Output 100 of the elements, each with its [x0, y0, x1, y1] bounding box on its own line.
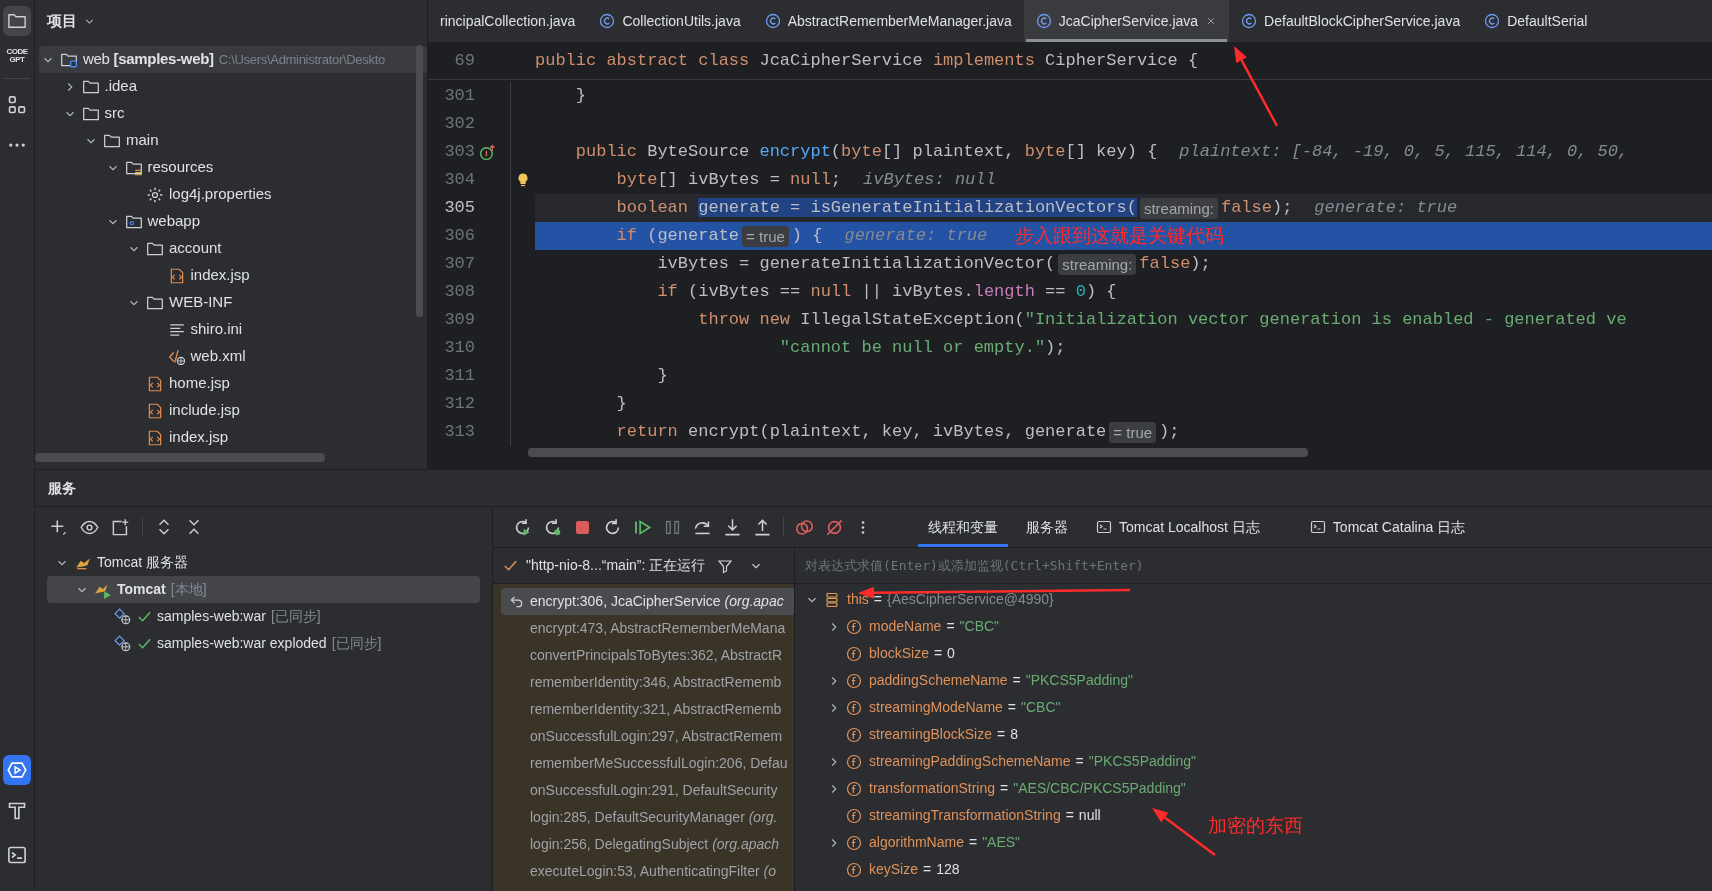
- tree-row[interactable]: main: [39, 127, 427, 154]
- service-label[interactable]: samples-web:war exploded: [157, 633, 327, 654]
- tree-row[interactable]: WEB-INF: [39, 289, 427, 316]
- tree-row[interactable]: include.jsp: [39, 397, 427, 424]
- logo-text[interactable]: CODE GPT: [4, 48, 30, 64]
- editor-tab[interactable]: AbstractRememberMeManager.java: [752, 0, 1024, 42]
- scrollbar-thumb[interactable]: [35, 453, 325, 462]
- variable-value: 8: [1010, 725, 1018, 744]
- file-label[interactable]: webapp: [147, 210, 201, 233]
- file-label[interactable]: web.xml: [190, 345, 246, 368]
- panel-title[interactable]: 项目: [47, 10, 77, 33]
- tree-row[interactable]: src: [39, 100, 427, 127]
- stack-frame[interactable]: executeLogin:53, AuthenticatingFilter (o: [501, 858, 794, 885]
- file-label[interactable]: main: [126, 129, 159, 152]
- bulb-icon[interactable]: [515, 172, 531, 188]
- file-label[interactable]: index.jsp: [169, 426, 229, 449]
- file-label[interactable]: resources: [147, 156, 214, 179]
- tree-row[interactable]: Tomcat 服务器: [47, 549, 480, 576]
- services-tool-button[interactable]: [3, 755, 31, 785]
- tree-row[interactable]: Tomcat [本地]: [47, 576, 480, 603]
- restart-icon[interactable]: [603, 517, 622, 537]
- panel-tab[interactable]: Tomcat Catalina 日志: [1299, 507, 1476, 547]
- status-text: [已同步]: [331, 634, 382, 653]
- editor-tab[interactable]: JcaCipherService.java: [1023, 0, 1230, 42]
- structure-icon[interactable]: [7, 95, 27, 115]
- filter-icon: [717, 557, 734, 574]
- line-number: 307: [443, 253, 475, 276]
- file-label[interactable]: src: [104, 102, 125, 125]
- breakpoints-icon[interactable]: [795, 517, 814, 537]
- tree-row[interactable]: account: [39, 235, 427, 262]
- stack-frame[interactable]: rememberMeSuccessfulLogin:206, Defau: [501, 750, 794, 777]
- file-label[interactable]: home.jsp: [169, 372, 230, 395]
- tree-row[interactable]: log4j.properties: [39, 181, 427, 208]
- variable-name: this: [847, 590, 869, 609]
- editor-tab[interactable]: CollectionUtils.java: [587, 0, 753, 42]
- stack-frame[interactable]: encrypt:473, AbstractRememberMeMana: [501, 615, 794, 642]
- variable-name: algorithmName: [869, 833, 964, 852]
- panel-tab[interactable]: Tomcat Localhost 日志: [1086, 507, 1270, 547]
- step-into-icon[interactable]: [723, 517, 742, 537]
- code-text: boolean generate = isGenerateInitializationVectors(: [615, 197, 1137, 220]
- tree-row[interactable]: web [samples-web] C:\Users\Administrator\Deskto: [39, 46, 427, 73]
- stack-frame[interactable]: login:285, DefaultSecurityManager (org.: [501, 804, 794, 831]
- annotation-text: 加密的东西: [1208, 814, 1303, 838]
- scrollbar-thumb[interactable]: [528, 448, 1308, 457]
- file-label[interactable]: web [samples-web]: [83, 48, 214, 71]
- new-tab-icon[interactable]: [111, 517, 130, 537]
- equals-sign: =: [1065, 806, 1074, 825]
- tree-row[interactable]: index.jsp: [39, 262, 427, 289]
- hammer-icon[interactable]: [7, 801, 27, 821]
- panel-tab[interactable]: 线程和变量: [918, 507, 1008, 547]
- tree-row[interactable]: resources: [39, 154, 427, 181]
- value-hint: ivBytes: null: [863, 169, 996, 192]
- editor-tab[interactable]: rincipalCollection.java: [428, 0, 588, 42]
- equals-sign: =: [946, 617, 955, 636]
- rerun-icon[interactable]: [513, 517, 532, 537]
- variable-name: transformationString: [869, 779, 996, 798]
- tree-row[interactable]: web.xml: [39, 343, 427, 370]
- rerun-debug-icon[interactable]: [543, 517, 562, 537]
- value-hint: generate: true: [844, 225, 988, 248]
- tab-label: CollectionUtils.java: [622, 11, 741, 31]
- stack-frame[interactable]: convertPrincipalsToBytes:362, AbstractR: [501, 642, 794, 669]
- step-out-icon[interactable]: [753, 517, 772, 537]
- file-label[interactable]: account: [169, 237, 222, 260]
- mute-breakpoints-icon[interactable]: [825, 517, 844, 537]
- stack-frame[interactable]: rememberIdentity:321, AbstractRememb: [501, 696, 794, 723]
- project-tool-button[interactable]: [3, 6, 31, 36]
- service-label[interactable]: samples-web:war: [157, 606, 266, 627]
- file-label[interactable]: include.jsp: [169, 399, 240, 422]
- tree-row[interactable]: samples-web:war exploded [已同步]: [47, 630, 480, 657]
- service-label[interactable]: Tomcat 服务器: [97, 552, 188, 573]
- editor-tab[interactable]: DefaultBlockCipherService.java: [1229, 0, 1473, 42]
- file-label[interactable]: WEB-INF: [169, 291, 233, 314]
- tree-row[interactable]: .idea: [39, 73, 427, 100]
- stack-frame[interactable]: onSuccessfulLogin:291, DefaultSecurity: [501, 777, 794, 804]
- file-label[interactable]: log4j.properties: [169, 183, 272, 206]
- file-label[interactable]: .idea: [104, 75, 138, 98]
- stack-frame[interactable]: rememberIdentity:346, AbstractRememb: [501, 669, 794, 696]
- line-number: 305: [443, 197, 475, 220]
- annotation-text: 步入跟到这就是关键代码: [1015, 223, 1225, 248]
- resume-icon[interactable]: [633, 517, 652, 537]
- stack-frame[interactable]: login:256, DelegatingSubject (org.apach: [501, 831, 794, 858]
- panel-title[interactable]: 服务: [48, 477, 76, 499]
- file-label[interactable]: index.jsp: [190, 264, 250, 287]
- override-icon[interactable]: [478, 143, 496, 161]
- tree-row[interactable]: webapp: [39, 208, 427, 235]
- scrollbar-thumb[interactable]: [416, 45, 423, 317]
- service-label[interactable]: Tomcat: [117, 579, 166, 600]
- tree-row[interactable]: shiro.ini: [39, 316, 427, 343]
- add-icon[interactable]: [49, 517, 68, 537]
- tab-label: AbstractRememberMeManager.java: [787, 11, 1012, 31]
- file-label[interactable]: shiro.ini: [190, 318, 243, 341]
- stack-frame[interactable]: encrypt:306, JcaCipherService (org.apac: [501, 588, 794, 615]
- stack-frame[interactable]: onSuccessfulLogin:297, AbstractRemem: [501, 723, 794, 750]
- editor-tab[interactable]: DefaultSerial: [1472, 0, 1600, 42]
- check-icon: [137, 636, 152, 651]
- tree-row[interactable]: index.jsp: [39, 424, 427, 451]
- tree-row[interactable]: home.jsp: [39, 370, 427, 397]
- tree-row[interactable]: samples-web:war [已同步]: [47, 603, 480, 630]
- terminal-icon[interactable]: [7, 845, 27, 865]
- panel-tab[interactable]: 服务器: [1016, 507, 1078, 547]
